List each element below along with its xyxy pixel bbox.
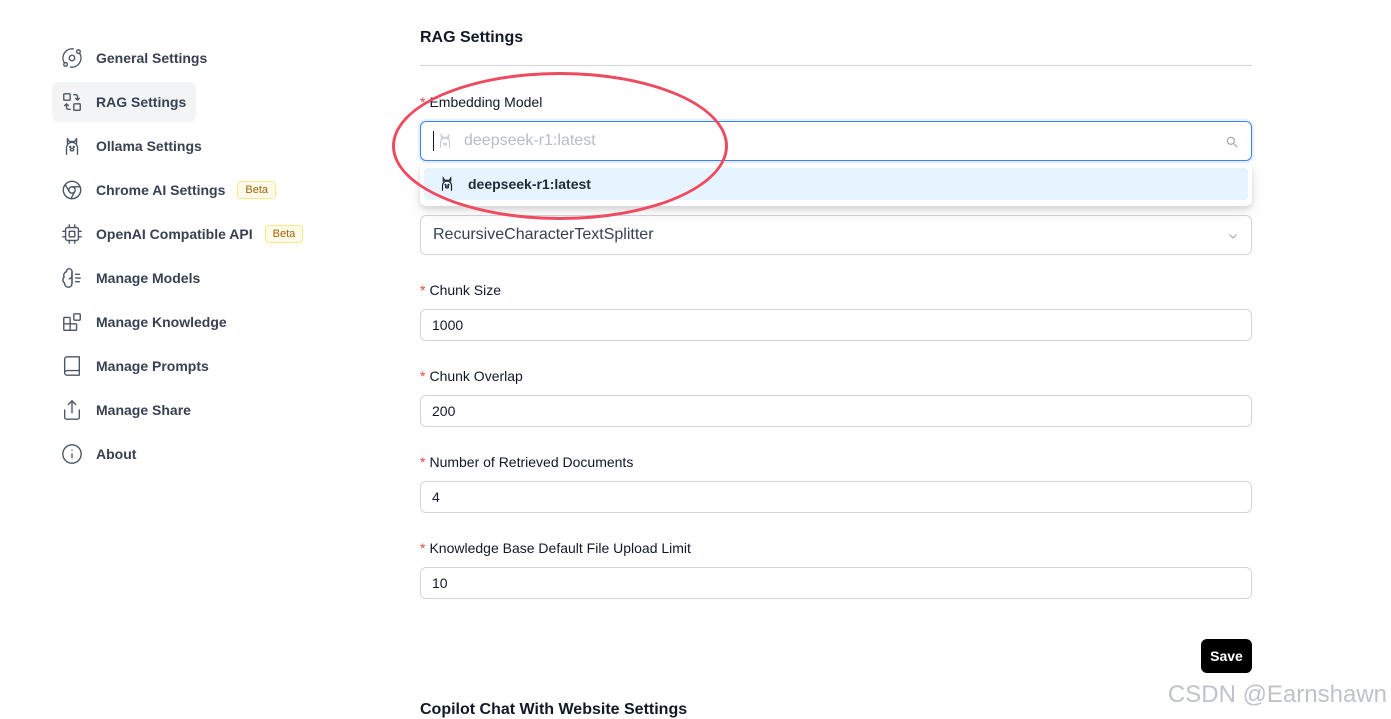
upload-limit-input[interactable]: 10 <box>420 567 1252 599</box>
combine-icon <box>60 90 84 114</box>
ollama-icon <box>439 133 451 148</box>
sidebar-item-chrome-ai-settings[interactable]: Chrome AI Settings Beta <box>52 170 352 210</box>
blocks-icon <box>60 310 84 334</box>
chevron-down-icon <box>1229 234 1237 239</box>
brain-icon <box>60 266 84 290</box>
chunk-overlap-label: * Chunk Overlap <box>420 368 523 384</box>
sidebar-item-label: About <box>96 446 137 462</box>
beta-badge: Beta <box>237 181 277 199</box>
sidebar-item-label: Manage Share <box>96 402 191 418</box>
text-caret <box>433 131 434 151</box>
book-icon <box>60 354 84 378</box>
sidebar-item-label: Chrome AI Settings <box>96 182 226 198</box>
ollama-icon <box>60 134 84 158</box>
embedding-model-label: * Embedding Model <box>420 94 543 110</box>
beta-badge: Beta <box>264 225 304 243</box>
sidebar-item-label: Manage Models <box>96 270 201 286</box>
chrome-icon <box>60 178 84 202</box>
dropdown-option[interactable]: deepseek-r1:latest <box>424 168 1248 200</box>
sidebar-item-label: Manage Prompts <box>96 358 209 374</box>
orbit-icon <box>60 46 84 70</box>
sidebar-item-manage-prompts[interactable]: Manage Prompts <box>52 346 352 386</box>
page-title: RAG Settings <box>420 29 524 46</box>
ollama-icon <box>441 176 453 191</box>
sidebar-item-general-settings[interactable]: General Settings <box>52 38 352 78</box>
retrieved-docs-input[interactable]: 4 <box>420 481 1252 513</box>
dropdown-option-label: deepseek-r1:latest <box>468 176 591 192</box>
sidebar-item-openai-compatible-api[interactable]: OpenAI Compatible API Beta <box>52 214 352 254</box>
chunk-size-label: * Chunk Size <box>420 282 502 298</box>
sidebar-item-label: OpenAI Compatible API <box>96 226 253 242</box>
sidebar-item-ollama-settings[interactable]: Ollama Settings <box>52 126 352 166</box>
settings-sidebar: General Settings RAG Settings Ollama Set… <box>52 38 352 478</box>
embedding-model-select[interactable]: deepseek-r1:latest <box>420 121 1252 161</box>
chunk-overlap-input[interactable]: 200 <box>420 395 1252 427</box>
embedding-model-placeholder: deepseek-r1:latest <box>464 132 596 149</box>
sidebar-item-manage-knowledge[interactable]: Manage Knowledge <box>52 302 352 342</box>
sidebar-item-label: Ollama Settings <box>96 138 202 154</box>
sidebar-item-manage-share[interactable]: Manage Share <box>52 390 352 430</box>
watermark: CSDN @Earnshawn <box>1167 681 1387 708</box>
share-icon <box>60 398 84 422</box>
info-icon <box>60 442 84 466</box>
cpu-icon <box>60 222 84 246</box>
retrieved-docs-label: * Number of Retrieved Documents <box>420 454 634 470</box>
sidebar-item-label: Manage Knowledge <box>96 314 227 330</box>
sidebar-item-label: General Settings <box>96 50 208 66</box>
save-button[interactable]: Save <box>1201 639 1252 673</box>
divider <box>420 65 1252 66</box>
section-title-copilot-chat: Copilot Chat With Website Settings <box>420 701 688 718</box>
embedding-model-dropdown: deepseek-r1:latest <box>420 164 1252 206</box>
text-splitter-select[interactable]: RecursiveCharacterTextSplitter <box>420 215 1252 255</box>
sidebar-item-about[interactable]: About <box>52 434 352 474</box>
chunk-size-input[interactable]: 1000 <box>420 309 1252 341</box>
text-splitter-value: RecursiveCharacterTextSplitter <box>433 226 654 243</box>
upload-limit-label: * Knowledge Base Default File Upload Limi… <box>420 540 691 556</box>
sidebar-item-label: RAG Settings <box>96 94 187 110</box>
search-icon <box>1226 136 1238 148</box>
sidebar-item-rag-settings[interactable]: RAG Settings <box>52 82 196 122</box>
sidebar-item-manage-models[interactable]: Manage Models <box>52 258 352 298</box>
